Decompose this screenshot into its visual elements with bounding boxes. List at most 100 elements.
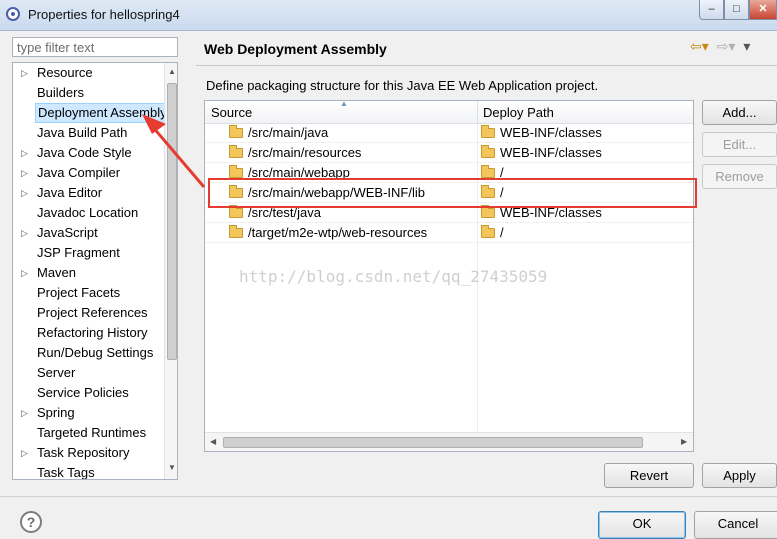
scroll-right-arrow-icon[interactable]: ▶ [681,437,687,446]
nav-item[interactable]: Service Policies [13,383,163,403]
cancel-button[interactable]: Cancel [694,511,777,539]
nav-item[interactable]: Refactoring History [13,323,163,343]
apply-button[interactable]: Apply [702,463,777,488]
scroll-left-arrow-icon[interactable]: ◀ [210,437,216,446]
nav-item-label: Builders [37,85,84,100]
nav-item[interactable]: ▷ Resource [13,63,163,83]
page-description: Define packaging structure for this Java… [206,78,599,93]
nav-item[interactable]: Server [13,363,163,383]
table-row[interactable]: /src/main/webapp / [205,163,693,183]
expand-arrow-icon[interactable]: ▷ [21,403,28,423]
expand-arrow-icon[interactable]: ▷ [21,143,28,163]
source-cell: /src/main/resources [229,145,361,160]
folder-icon [229,165,243,178]
source-path: /src/main/webapp/WEB-INF/lib [248,185,425,200]
nav-item-label: Java Build Path [37,125,128,140]
folder-icon [229,145,243,158]
view-menu-icon[interactable]: ▾ [743,38,750,54]
nav-item-label: Refactoring History [37,325,148,340]
nav-item[interactable]: Builders [13,83,163,103]
nav-item-label: Project References [37,305,148,320]
minimize-button[interactable]: – [699,0,724,20]
revert-button[interactable]: Revert [604,463,694,488]
nav-item[interactable]: ▷ Spring [13,403,163,423]
deploy-path-cell: WEB-INF/classes [481,125,602,140]
column-header-source[interactable]: Source [211,105,252,120]
edit-button[interactable]: Edit... [702,132,777,157]
remove-button[interactable]: Remove [702,164,777,189]
table-row[interactable]: /src/main/resources WEB-INF/classes [205,143,693,163]
nav-item[interactable]: Javadoc Location [13,203,163,223]
nav-item[interactable]: ▷ JavaScript [13,223,163,243]
expand-arrow-icon[interactable]: ▷ [21,443,28,463]
folder-icon [481,185,495,198]
deploy-path: / [500,165,504,180]
source-path: /target/m2e-wtp/web-resources [248,225,428,240]
nav-item-label: Project Facets [37,285,121,300]
deploy-path-cell: / [481,165,504,180]
deploy-path-cell: WEB-INF/classes [481,205,602,220]
table-row[interactable]: /src/main/webapp/WEB-INF/lib / [205,183,693,203]
nav-item[interactable]: ▷ Task Repository [13,443,163,463]
folder-icon [229,205,243,218]
nav-item[interactable]: Project Facets [13,283,163,303]
nav-item[interactable]: Targeted Runtimes [13,423,163,443]
folder-icon [229,125,243,138]
folder-icon [481,205,495,218]
nav-item-label: Java Compiler [37,165,121,180]
table-horizontal-scrollbar[interactable]: ◀ ▶ [205,432,693,451]
scroll-down-arrow-icon[interactable]: ▼ [168,463,176,472]
source-path: /src/main/java [248,125,329,140]
expand-arrow-icon[interactable]: ▷ [21,263,28,283]
folder-icon [481,165,495,178]
nav-scroll-thumb[interactable] [167,83,177,360]
nav-item-label: Java Editor [37,185,103,200]
nav-item[interactable]: Project References [13,303,163,323]
nav-item-label: Task Tags [37,465,95,480]
close-button[interactable]: ✕ [749,0,777,20]
nav-item[interactable]: Run/Debug Settings [13,343,163,363]
ok-button[interactable]: OK [598,511,686,539]
expand-arrow-icon[interactable]: ▷ [21,63,28,83]
nav-item[interactable]: Java Build Path [13,123,163,143]
forward-arrow-icon[interactable]: ⇨▾ [717,38,736,54]
nav-item[interactable]: Task Tags [13,463,163,480]
deploy-path: WEB-INF/classes [500,125,602,140]
nav-item[interactable]: JSP Fragment [13,243,163,263]
nav-item-label: Targeted Runtimes [37,425,147,440]
help-icon[interactable]: ? [20,511,42,533]
footer-divider [0,496,777,497]
table-row[interactable]: /src/test/java WEB-INF/classes [205,203,693,223]
nav-item-label: Resource [37,65,93,80]
nav-item-label: Java Code Style [37,145,132,160]
nav-item[interactable]: ▷ Java Code Style [13,143,163,163]
source-cell: /src/main/java [229,125,328,140]
nav-item-label: JavaScript [37,225,98,240]
title-bar: Properties for hellospring4 – □ ✕ [0,0,777,31]
nav-item-label: Javadoc Location [37,205,139,220]
folder-icon [481,225,495,238]
table-row[interactable]: /src/main/java WEB-INF/classes [205,123,693,143]
scroll-up-arrow-icon[interactable]: ▲ [168,67,176,76]
column-header-deploy-path[interactable]: Deploy Path [483,105,554,120]
maximize-button[interactable]: □ [724,0,749,20]
back-arrow-icon[interactable]: ⇦▾ [690,38,709,54]
folder-icon [481,125,495,138]
nav-vertical-scrollbar[interactable]: ▲ ▼ [164,63,177,479]
expand-arrow-icon[interactable]: ▷ [21,163,28,183]
source-cell: /src/main/webapp [229,165,350,180]
nav-item-label: JSP Fragment [37,245,120,260]
table-row[interactable]: /target/m2e-wtp/web-resources / [205,223,693,243]
nav-item[interactable]: ▷ Java Compiler [13,163,163,183]
nav-item[interactable]: ▷ Java Editor [13,183,163,203]
nav-item-label: Server [37,365,76,380]
nav-item[interactable]: ▷ Maven [13,263,163,283]
nav-item[interactable]: Deployment Assembly [13,103,170,123]
add-button[interactable]: Add... [702,100,777,125]
table-scroll-thumb[interactable] [223,437,643,448]
expand-arrow-icon[interactable]: ▷ [21,183,28,203]
column-divider [477,101,478,123]
expand-arrow-icon[interactable]: ▷ [21,223,28,243]
filter-input[interactable]: type filter text [12,37,178,57]
watermark: http://blog.csdn.net/qq_27435059 [239,267,548,286]
